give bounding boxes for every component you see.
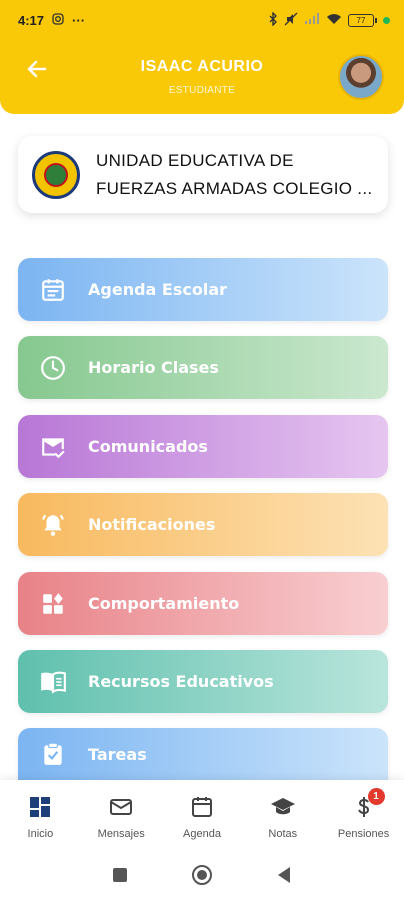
nav-label: Inicio	[27, 828, 54, 840]
avatar[interactable]	[338, 54, 384, 100]
system-navigation	[0, 850, 404, 900]
wifi-icon	[326, 13, 342, 28]
nav-label: Notas	[268, 828, 298, 840]
school-card[interactable]: UNIDAD EDUCATIVA DE FUERZAS ARMADAS COLE…	[18, 136, 388, 213]
status-bar: 4:17 ··· 77	[0, 0, 404, 40]
calendar-icon	[189, 794, 215, 820]
battery-level: 77	[348, 13, 374, 27]
graduation-cap-icon	[270, 794, 296, 820]
school-name: UNIDAD EDUCATIVA DE FUERZAS ARMADAS COLE…	[96, 150, 373, 198]
mail-check-icon	[38, 432, 68, 462]
nav-item-agenda[interactable]: Agenda	[162, 780, 243, 850]
clock-icon	[38, 353, 68, 383]
status-right: 77	[268, 10, 390, 29]
menu-item-horario-clases[interactable]: Horario Clases	[18, 336, 388, 399]
status-time: 4:17	[18, 12, 45, 28]
dashboard-icon	[27, 794, 53, 820]
app-header: ISAAC ACURIO ESTUDIANTE	[0, 40, 404, 114]
nav-label: Pensiones	[337, 828, 390, 840]
menu-item-recursos-educativos[interactable]: Recursos Educativos	[18, 650, 388, 713]
clipboard-check-icon	[38, 739, 68, 769]
menu-item-notificaciones[interactable]: Notificaciones	[18, 493, 388, 556]
nav-item-pensiones[interactable]: 1 Pensiones	[323, 780, 404, 850]
menu-item-comunicados[interactable]: Comunicados	[18, 415, 388, 478]
menu-label: Agenda Escolar	[88, 280, 227, 299]
signal-icon	[304, 12, 320, 28]
charging-dot-icon	[383, 16, 390, 24]
nav-item-notas[interactable]: Notas	[242, 780, 323, 850]
menu-item-agenda-escolar[interactable]: Agenda Escolar	[18, 258, 388, 321]
school-logo	[32, 150, 80, 199]
menu-label: Notificaciones	[88, 515, 216, 534]
nav-label: Agenda	[183, 828, 221, 840]
recents-button[interactable]	[108, 863, 132, 887]
notification-badge: 1	[367, 788, 385, 805]
back-button[interactable]	[272, 863, 296, 887]
menu-label: Comportamiento	[88, 594, 240, 613]
menu-label: Comunicados	[88, 437, 208, 456]
mute-icon	[284, 12, 298, 29]
mail-icon	[108, 794, 134, 820]
status-left: 4:17 ···	[18, 13, 85, 28]
menu-item-comportamiento[interactable]: Comportamiento	[18, 572, 388, 635]
menu-label: Tareas	[88, 744, 147, 764]
instagram-icon	[52, 12, 64, 28]
more-notifications-icon: ···	[72, 12, 86, 28]
widgets-icon	[38, 589, 68, 619]
menu-label: Horario Clases	[88, 358, 219, 377]
menu-item-tareas[interactable]: Tareas	[18, 728, 388, 780]
bell-icon	[38, 510, 68, 540]
menu-label: Recursos Educativos	[88, 672, 274, 691]
battery-icon: 77	[348, 13, 377, 27]
nav-item-inicio[interactable]: Inicio	[0, 780, 81, 850]
calendar-icon	[38, 275, 68, 305]
nav-label: Mensajes	[97, 828, 145, 840]
nav-item-mensajes[interactable]: Mensajes	[81, 780, 162, 850]
bottom-navigation: Inicio Mensajes Agenda Notas 1 Pensiones	[0, 780, 404, 850]
home-button[interactable]	[190, 863, 214, 887]
book-icon	[38, 667, 68, 697]
bluetooth-icon	[268, 10, 278, 29]
